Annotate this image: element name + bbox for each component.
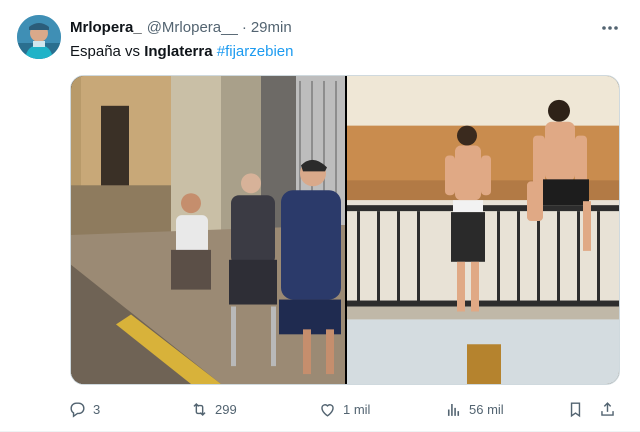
share-icon bbox=[601, 401, 614, 416]
tweet-card[interactable]: Mrlopera_ @Mrlopera__ · 29min España vs … bbox=[0, 0, 640, 432]
retweet-button[interactable]: 299 bbox=[190, 397, 237, 421]
tweet-text: España vs Inglaterra #fijarzebien bbox=[70, 42, 293, 62]
separator-dot: · bbox=[241, 19, 247, 36]
action-bar: 3 299 1 mil 56 mil bbox=[66, 397, 626, 421]
retweet-count: 299 bbox=[215, 401, 237, 417]
views-icon bbox=[447, 403, 460, 416]
reply-icon bbox=[70, 401, 85, 418]
tweet-text-prefix: España vs bbox=[70, 43, 145, 60]
bookmark-icon bbox=[570, 401, 581, 417]
share-button[interactable] bbox=[598, 397, 617, 421]
tweet-text-bold: Inglaterra bbox=[144, 43, 213, 60]
user-handle[interactable]: @Mrlopera__ bbox=[147, 18, 238, 38]
avatar[interactable] bbox=[17, 15, 61, 59]
hashtag-link[interactable]: #fijarzebien bbox=[217, 43, 294, 60]
views-count: 56 mil bbox=[469, 401, 504, 417]
media-photo-street[interactable] bbox=[71, 76, 345, 384]
avatar-image bbox=[17, 15, 61, 59]
like-icon bbox=[321, 403, 334, 417]
media-photo-balcony[interactable] bbox=[347, 76, 619, 384]
reply-button[interactable]: 3 bbox=[68, 397, 100, 421]
like-button[interactable]: 1 mil bbox=[318, 397, 370, 421]
bookmark-button[interactable] bbox=[566, 397, 585, 421]
reply-count: 3 bbox=[93, 401, 101, 417]
balcony-photo-illustration bbox=[347, 76, 619, 384]
display-name[interactable]: Mrlopera_ bbox=[70, 18, 142, 38]
tweet-header: Mrlopera_ @Mrlopera__ · 29min bbox=[70, 18, 600, 38]
tweet-media[interactable] bbox=[70, 75, 620, 385]
street-photo-illustration bbox=[71, 76, 345, 384]
timestamp[interactable]: 29min bbox=[251, 18, 292, 38]
like-count: 1 mil bbox=[343, 401, 371, 417]
views-button[interactable]: 56 mil bbox=[444, 397, 504, 421]
more-button[interactable] bbox=[598, 18, 622, 38]
retweet-icon bbox=[193, 402, 206, 416]
more-icon bbox=[602, 26, 618, 30]
